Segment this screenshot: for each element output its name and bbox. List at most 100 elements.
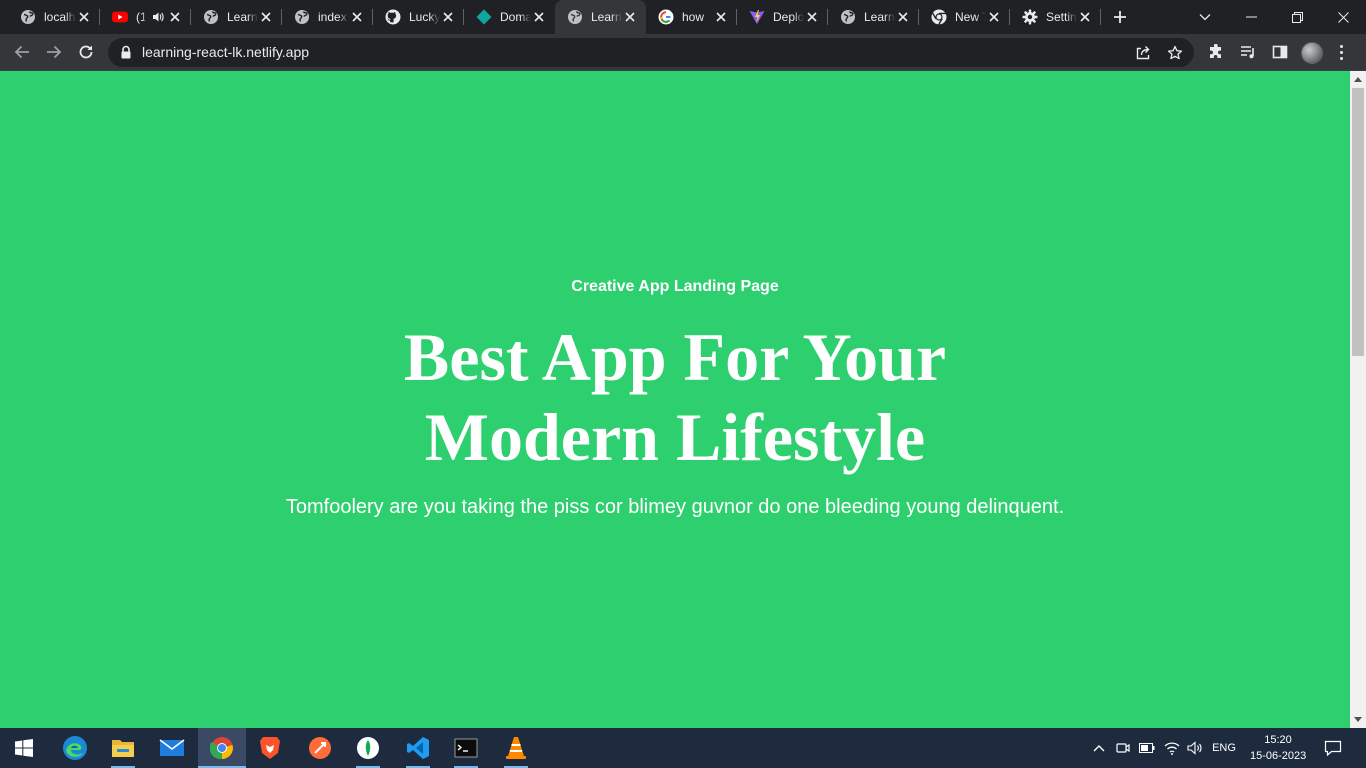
media-queue-icon[interactable] xyxy=(1238,42,1258,62)
taskbar-file-explorer[interactable] xyxy=(99,728,147,768)
taskbar-mail[interactable] xyxy=(148,728,196,768)
lock-icon[interactable] xyxy=(120,45,132,65)
extensions-icon[interactable] xyxy=(1206,42,1226,62)
tab-search-button[interactable] xyxy=(1182,0,1228,34)
reload-button[interactable] xyxy=(72,38,100,66)
close-icon[interactable] xyxy=(440,9,456,25)
minimize-icon xyxy=(1245,16,1257,18)
notification-center-button[interactable] xyxy=(1318,728,1348,768)
youtube-icon xyxy=(112,9,128,25)
profile-avatar[interactable] xyxy=(1301,42,1323,64)
hero-headline: Best App For Your Modern Lifestyle xyxy=(0,317,1350,477)
tab-localhost[interactable]: localhost xyxy=(8,0,100,34)
arrow-right-icon xyxy=(47,45,62,59)
browser-toolbar: learning-react-lk.netlify.app xyxy=(0,34,1366,71)
caret-down-icon xyxy=(1354,717,1362,722)
close-icon[interactable] xyxy=(804,9,820,25)
close-icon[interactable] xyxy=(349,9,365,25)
folder-icon xyxy=(112,740,134,757)
tab-title: Lucky xyxy=(409,10,440,24)
volume-icon[interactable] xyxy=(1185,728,1205,768)
tab-title: Learning React xyxy=(227,10,258,24)
tab-domain[interactable]: Domain xyxy=(464,0,555,34)
close-icon[interactable] xyxy=(622,9,638,25)
start-button[interactable] xyxy=(0,728,48,768)
system-clock[interactable]: 15:20 15-06-2023 xyxy=(1250,732,1306,764)
notification-icon xyxy=(1324,740,1342,756)
tab-google-search[interactable]: how xyxy=(646,0,737,34)
tab-github[interactable]: Lucky xyxy=(373,0,464,34)
show-hidden-icons-button[interactable] xyxy=(1090,728,1108,768)
battery-icon[interactable] xyxy=(1138,728,1156,768)
chevron-up-icon xyxy=(1093,745,1105,752)
windows-logo-icon xyxy=(15,739,33,757)
chrome-icon xyxy=(210,737,233,760)
taskbar-brave[interactable] xyxy=(246,728,294,768)
tab-index[interactable]: index xyxy=(282,0,373,34)
address-bar[interactable]: learning-react-lk.netlify.app xyxy=(108,38,1194,67)
hero-eyebrow: Creative App Landing Page xyxy=(571,278,779,295)
tab-title: index xyxy=(318,10,347,24)
globe-icon xyxy=(294,9,310,25)
restore-button[interactable] xyxy=(1274,0,1320,34)
restore-icon xyxy=(1291,11,1303,23)
close-icon[interactable] xyxy=(986,9,1002,25)
minimize-button[interactable] xyxy=(1228,0,1274,34)
close-window-button[interactable] xyxy=(1320,0,1366,34)
scroll-down-button[interactable] xyxy=(1350,711,1366,728)
chevron-down-icon xyxy=(1199,14,1211,21)
star-icon[interactable] xyxy=(1166,44,1184,62)
new-tab-button[interactable] xyxy=(1108,5,1132,29)
mongodb-icon xyxy=(357,737,379,759)
close-icon[interactable] xyxy=(258,9,274,25)
taskbar-edge[interactable] xyxy=(51,728,99,768)
tab-strip: localhost (1) YouTube Learning React xyxy=(0,0,1366,34)
close-icon[interactable] xyxy=(895,9,911,25)
reload-icon xyxy=(79,45,93,59)
hero-subtext: Tomfoolery are you taking the piss cor b… xyxy=(285,496,1065,518)
forward-button[interactable] xyxy=(40,38,68,66)
chrome-menu-icon[interactable] xyxy=(1331,42,1351,62)
taskbar-chrome[interactable] xyxy=(198,728,246,768)
windows-taskbar: ENG 15:20 15-06-2023 xyxy=(0,728,1366,768)
share-icon[interactable] xyxy=(1134,44,1152,62)
page-scrollbar[interactable] xyxy=(1350,71,1366,728)
scroll-up-button[interactable] xyxy=(1350,71,1366,88)
taskbar-vscode[interactable] xyxy=(394,728,442,768)
close-icon[interactable] xyxy=(167,9,183,25)
meet-now-icon[interactable] xyxy=(1114,728,1132,768)
vlc-icon xyxy=(506,737,526,759)
tab-learning-react-1[interactable]: Learning React xyxy=(191,0,282,34)
wifi-icon[interactable] xyxy=(1163,728,1181,768)
back-button[interactable] xyxy=(8,38,36,66)
taskbar-mongodb-compass[interactable] xyxy=(344,728,392,768)
close-icon[interactable] xyxy=(1077,9,1093,25)
close-icon xyxy=(1337,11,1349,23)
globe-icon xyxy=(203,9,219,25)
tab-title: Domain xyxy=(500,10,531,24)
tab-youtube[interactable]: (1) YouTube xyxy=(100,0,191,34)
close-icon[interactable] xyxy=(713,9,729,25)
tab-deploy[interactable]: Deploy xyxy=(737,0,828,34)
postman-icon xyxy=(309,737,331,759)
scroll-thumb[interactable] xyxy=(1352,88,1364,356)
taskbar-vlc[interactable] xyxy=(492,728,540,768)
url-text[interactable]: learning-react-lk.netlify.app xyxy=(142,38,309,67)
tab-settings[interactable]: Settings xyxy=(1010,0,1101,34)
edge-icon xyxy=(63,736,87,760)
tab-title: New Tab xyxy=(955,10,986,24)
side-panel-icon[interactable] xyxy=(1270,42,1290,62)
terminal-icon xyxy=(454,738,478,758)
taskbar-command-prompt[interactable] xyxy=(442,728,490,768)
tab-learning-react-active[interactable]: Learning React xyxy=(555,0,646,34)
taskbar-postman[interactable] xyxy=(296,728,344,768)
speaker-icon[interactable] xyxy=(150,9,166,25)
close-icon[interactable] xyxy=(76,9,92,25)
gear-icon xyxy=(1022,9,1038,25)
brave-icon xyxy=(260,737,280,759)
globe-icon xyxy=(20,9,36,25)
tab-learning-react-2[interactable]: Learning React xyxy=(828,0,919,34)
language-indicator[interactable]: ENG xyxy=(1208,728,1240,768)
close-icon[interactable] xyxy=(531,9,547,25)
tab-new-tab[interactable]: New Tab xyxy=(919,0,1010,34)
